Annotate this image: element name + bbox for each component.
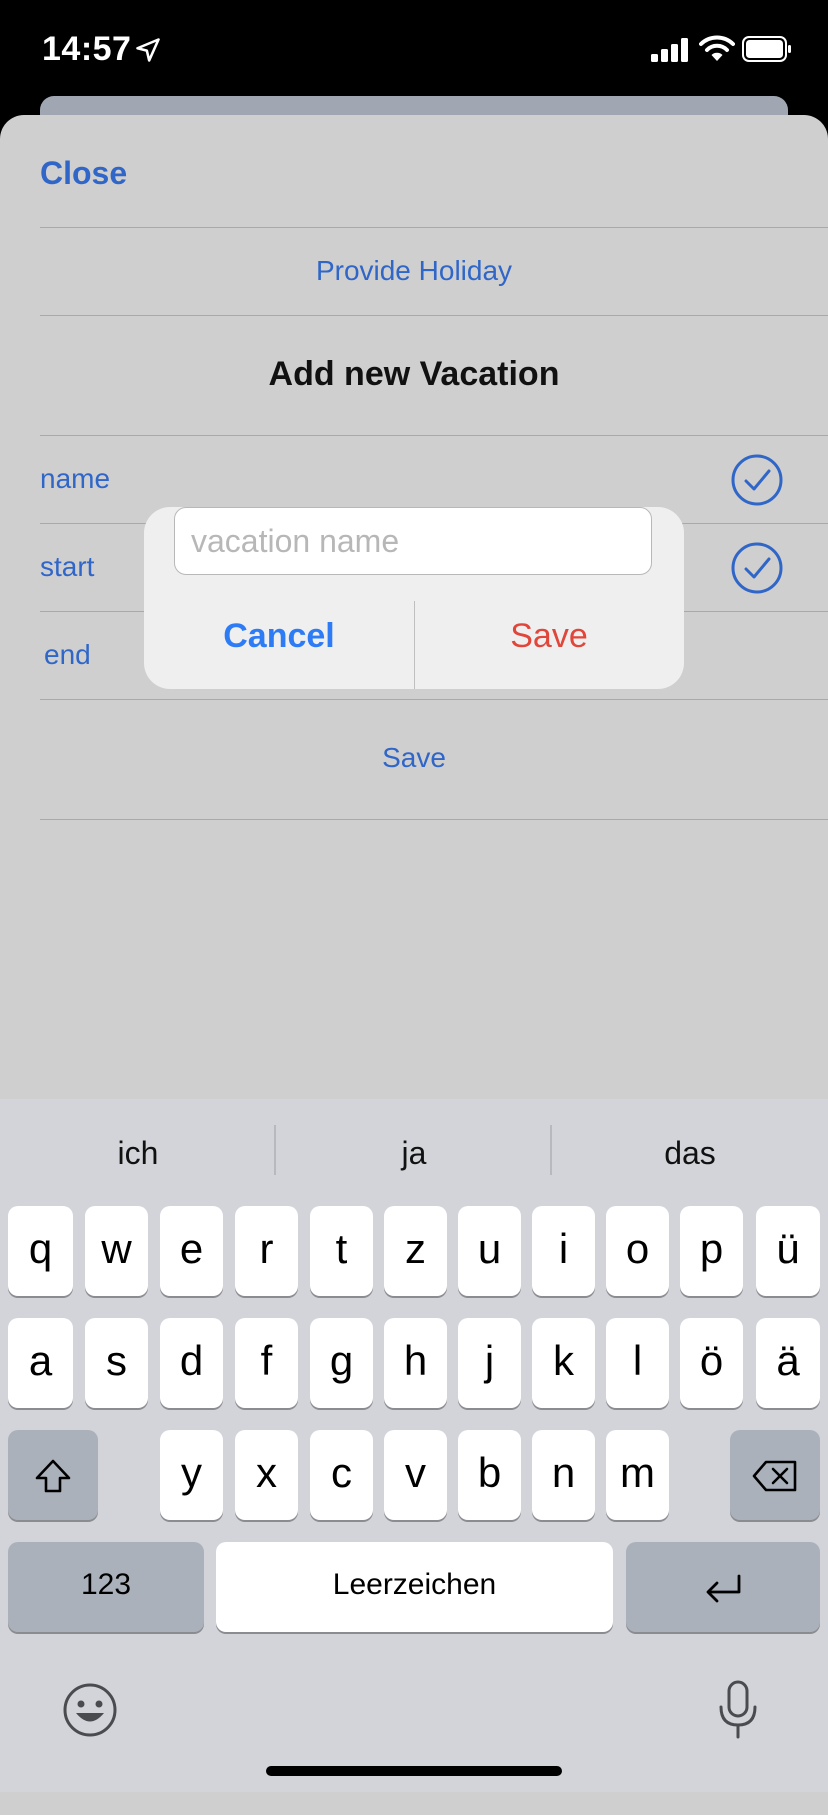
page-title: Add new Vacation [268, 355, 560, 393]
key-t[interactable]: t [310, 1206, 373, 1296]
key-a[interactable]: a [8, 1318, 73, 1408]
divider [40, 699, 828, 700]
save-link-button[interactable]: Save [0, 742, 828, 774]
key-c[interactable]: c [310, 1430, 373, 1520]
emoji-icon[interactable] [62, 1682, 118, 1738]
location-arrow-icon [136, 38, 160, 62]
key-p[interactable]: p [680, 1206, 743, 1296]
key-i[interactable]: i [532, 1206, 595, 1296]
provide-holiday-button[interactable]: Provide Holiday [0, 255, 828, 287]
shift-key[interactable] [8, 1430, 98, 1520]
vacation-name-alert: Cancel Save [144, 507, 684, 689]
return-icon [706, 1574, 741, 1603]
key-x[interactable]: x [235, 1430, 298, 1520]
numbers-key[interactable]: 123 [8, 1542, 204, 1632]
key-n[interactable]: n [532, 1430, 595, 1520]
key-u[interactable]: u [458, 1206, 521, 1296]
key-d[interactable]: d [160, 1318, 223, 1408]
home-indicator[interactable] [266, 1766, 562, 1776]
key-w[interactable]: w [85, 1206, 148, 1296]
divider [40, 435, 828, 436]
space-key[interactable]: Leerzeichen [216, 1542, 613, 1632]
key-q[interactable]: q [8, 1206, 73, 1296]
key-f[interactable]: f [235, 1318, 298, 1408]
checkmark-circle-icon [731, 454, 783, 506]
key-v[interactable]: v [384, 1430, 447, 1520]
key-b[interactable]: b [458, 1430, 521, 1520]
backspace-icon [752, 1460, 797, 1492]
divider [40, 227, 828, 228]
suggestion-3[interactable]: das [552, 1135, 828, 1172]
status-bar: 14:57 [0, 0, 828, 98]
vacation-name-input[interactable] [174, 507, 652, 575]
checkmark-circle-icon [731, 542, 783, 594]
key-k[interactable]: k [532, 1318, 595, 1408]
return-key[interactable] [626, 1542, 820, 1632]
status-time: 14:57 [42, 30, 132, 68]
key-l[interactable]: l [606, 1318, 669, 1408]
key-o-umlaut[interactable]: ö [680, 1318, 743, 1408]
key-g[interactable]: g [310, 1318, 373, 1408]
shift-icon [35, 1459, 71, 1493]
key-z[interactable]: z [384, 1206, 447, 1296]
delete-key[interactable] [730, 1430, 820, 1520]
battery-icon [742, 36, 791, 62]
key-y[interactable]: y [160, 1430, 223, 1520]
microphone-icon[interactable] [716, 1679, 760, 1741]
name-row-label[interactable]: name [40, 463, 110, 495]
cellular-signal-icon [651, 38, 688, 62]
close-button[interactable]: Close [40, 155, 127, 192]
start-row-label[interactable]: start [40, 551, 94, 583]
divider [40, 315, 828, 316]
key-o[interactable]: o [606, 1206, 669, 1296]
key-a-umlaut[interactable]: ä [756, 1318, 820, 1408]
key-m[interactable]: m [606, 1430, 669, 1520]
key-s[interactable]: s [85, 1318, 148, 1408]
divider [40, 819, 828, 820]
key-h[interactable]: h [384, 1318, 447, 1408]
end-row-label[interactable]: end [44, 639, 91, 671]
key-j[interactable]: j [458, 1318, 521, 1408]
key-r[interactable]: r [235, 1206, 298, 1296]
wifi-icon [699, 35, 735, 61]
keyboard: ich ja das q w e r t z u i o p ü a s d f… [0, 1099, 828, 1792]
key-u-umlaut[interactable]: ü [756, 1206, 820, 1296]
cancel-button[interactable]: Cancel [144, 617, 414, 656]
key-e[interactable]: e [160, 1206, 223, 1296]
suggestion-2[interactable]: ja [276, 1135, 552, 1172]
save-button[interactable]: Save [414, 617, 684, 656]
suggestion-1[interactable]: ich [0, 1135, 276, 1172]
